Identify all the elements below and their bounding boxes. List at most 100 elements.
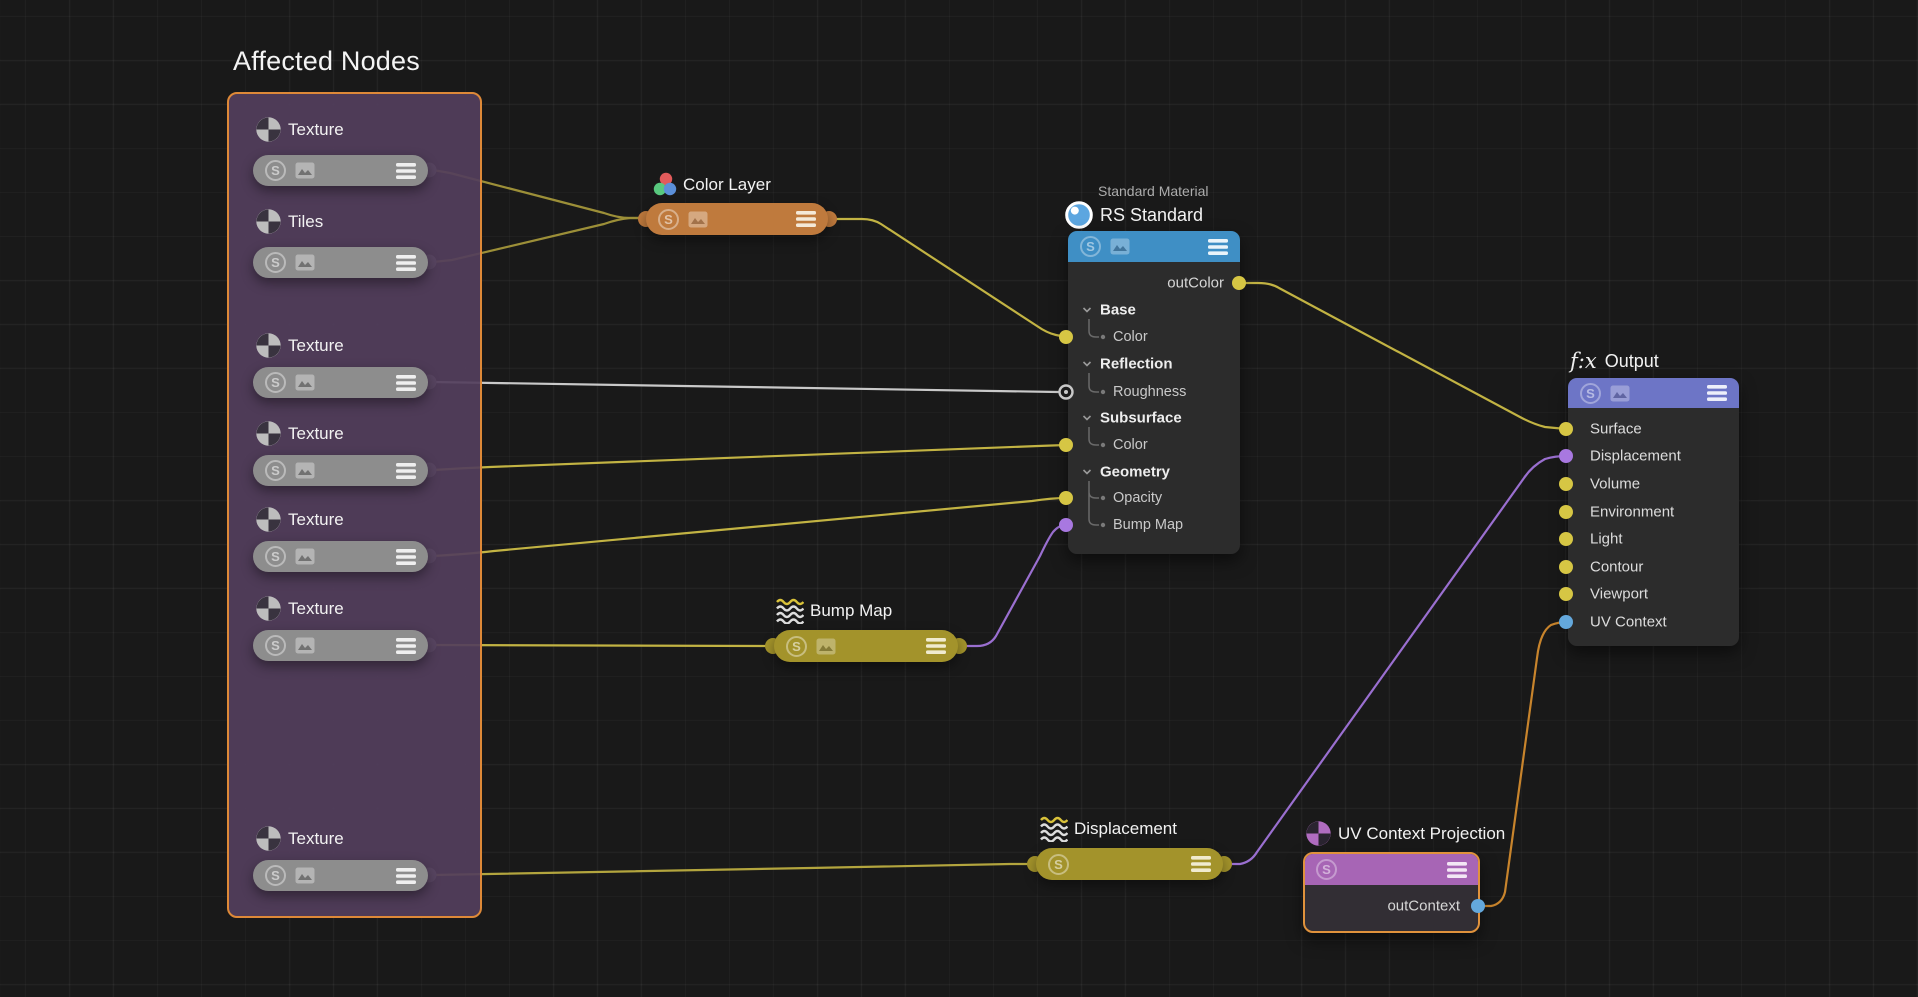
- rs-item-base-color: Color: [1068, 329, 1240, 345]
- output-port-row-contour: Contour: [1568, 559, 1739, 576]
- displacement-title: Displacement: [1040, 816, 1177, 842]
- output-port-row-environment: Environment: [1568, 504, 1739, 521]
- menu-icon[interactable]: [1208, 239, 1228, 255]
- colorlayer-title: Color Layer: [653, 172, 771, 197]
- menu-icon[interactable]: [396, 638, 416, 654]
- uv-projection-header[interactable]: S: [1305, 854, 1478, 885]
- output-port-row-displacement: Displacement: [1568, 448, 1739, 465]
- texture1-title: Texture: [255, 116, 344, 143]
- texture1-node[interactable]: S: [253, 155, 428, 186]
- s-badge-icon: S: [265, 372, 286, 393]
- menu-icon[interactable]: [926, 638, 946, 654]
- output-node-body: Surface Displacement Volume Environment …: [1568, 408, 1739, 646]
- chevron-down-icon[interactable]: [1082, 415, 1092, 422]
- chevron-down-icon[interactable]: [1082, 361, 1092, 368]
- output-node[interactable]: S Surface Displacement Volume Environmen…: [1568, 378, 1739, 646]
- s-badge-icon: S: [265, 635, 286, 656]
- output-port-row-viewport: Viewport: [1568, 586, 1739, 603]
- menu-icon[interactable]: [396, 463, 416, 479]
- rs-title: RS Standard: [1064, 200, 1203, 230]
- node-editor-canvas[interactable]: Affected Nodes Texture S Tiles S Texture: [0, 0, 1918, 997]
- menu-icon[interactable]: [396, 255, 416, 271]
- rs-node-body: outColor Base Color Reflection Roughness…: [1068, 262, 1240, 554]
- output-title: f:x Output: [1570, 349, 1659, 373]
- menu-icon[interactable]: [1447, 862, 1467, 878]
- uv-outcontext-row: outContext: [1305, 898, 1478, 915]
- image-icon: [295, 462, 315, 479]
- image-icon: [295, 637, 315, 654]
- menu-icon[interactable]: [1191, 856, 1211, 872]
- texture-sphere-icon: [255, 825, 282, 852]
- texture5-title: Texture: [255, 595, 344, 622]
- image-icon: [295, 374, 315, 391]
- rs-section-base[interactable]: Base: [1068, 302, 1240, 319]
- texture2-node[interactable]: S: [253, 367, 428, 398]
- rs-item-roughness: Roughness: [1068, 384, 1240, 400]
- rs-section-geometry[interactable]: Geometry: [1068, 464, 1240, 481]
- texture3-title: Texture: [255, 420, 344, 447]
- menu-icon[interactable]: [396, 375, 416, 391]
- menu-icon[interactable]: [796, 211, 816, 227]
- image-icon: [295, 162, 315, 179]
- texture3-node[interactable]: S: [253, 455, 428, 486]
- tiles-node[interactable]: S: [253, 247, 428, 278]
- s-badge-icon: S: [265, 160, 286, 181]
- rgb-layers-icon: [653, 172, 677, 197]
- displacement-node[interactable]: S: [1036, 848, 1223, 880]
- chevron-down-icon[interactable]: [1082, 307, 1092, 314]
- rs-supertitle: Standard Material: [1098, 183, 1209, 199]
- image-icon: [688, 211, 708, 228]
- bumpmap-title: Bump Map: [776, 598, 892, 624]
- texture-sphere-icon: [255, 506, 282, 533]
- s-badge-icon: S: [1048, 854, 1069, 875]
- rs-item-opacity: Opacity: [1068, 490, 1240, 506]
- s-badge-icon: S: [265, 460, 286, 481]
- menu-icon[interactable]: [396, 163, 416, 179]
- texture4-node[interactable]: S: [253, 541, 428, 572]
- menu-icon[interactable]: [396, 549, 416, 565]
- rs-outcolor-row: outColor: [1068, 275, 1240, 292]
- s-badge-icon: S: [265, 252, 286, 273]
- s-badge-icon: S: [1316, 859, 1337, 880]
- material-ball-icon: [1064, 200, 1094, 230]
- fx-icon: f:x: [1570, 349, 1597, 373]
- rs-node-header[interactable]: S: [1068, 231, 1240, 262]
- output-port-row-uvcontext: UV Context: [1568, 614, 1739, 631]
- output-node-header[interactable]: S: [1568, 378, 1739, 408]
- uv-projection-title: UV Context Projection: [1305, 820, 1505, 847]
- output-port-row-volume: Volume: [1568, 476, 1739, 493]
- texture4-title: Texture: [255, 506, 344, 533]
- rs-section-subsurface[interactable]: Subsurface: [1068, 410, 1240, 427]
- menu-icon[interactable]: [1707, 385, 1727, 401]
- s-badge-icon: S: [1080, 236, 1101, 257]
- colorlayer-node[interactable]: S: [646, 203, 828, 235]
- texture-sphere-icon: [255, 208, 282, 235]
- texture6-title: Texture: [255, 825, 344, 852]
- output-port-row-light: Light: [1568, 531, 1739, 548]
- s-badge-icon: S: [1580, 383, 1601, 404]
- s-badge-icon: S: [786, 636, 807, 657]
- image-icon: [295, 548, 315, 565]
- projection-sphere-icon: [1305, 820, 1332, 847]
- rs-section-reflection[interactable]: Reflection: [1068, 356, 1240, 373]
- image-icon: [295, 867, 315, 884]
- image-icon: [816, 638, 836, 655]
- image-icon: [1110, 238, 1130, 255]
- uv-projection-node[interactable]: S outContext: [1303, 852, 1480, 933]
- menu-icon[interactable]: [396, 868, 416, 884]
- output-port-row-surface: Surface: [1568, 421, 1739, 438]
- group-title: Affected Nodes: [233, 46, 420, 77]
- s-badge-icon: S: [658, 209, 679, 230]
- texture5-node[interactable]: S: [253, 630, 428, 661]
- chevron-down-icon[interactable]: [1082, 469, 1092, 476]
- texture-sphere-icon: [255, 116, 282, 143]
- texture6-node[interactable]: S: [253, 860, 428, 891]
- bumpmap-node[interactable]: S: [774, 630, 958, 662]
- rs-item-subsurface-color: Color: [1068, 437, 1240, 453]
- rs-standard-node[interactable]: S outColor Base Color Reflection Roughne…: [1068, 231, 1240, 554]
- texture2-title: Texture: [255, 332, 344, 359]
- s-badge-icon: S: [265, 546, 286, 567]
- rs-item-bumpmap: Bump Map: [1068, 517, 1240, 533]
- s-badge-icon: S: [265, 865, 286, 886]
- texture-sphere-icon: [255, 595, 282, 622]
